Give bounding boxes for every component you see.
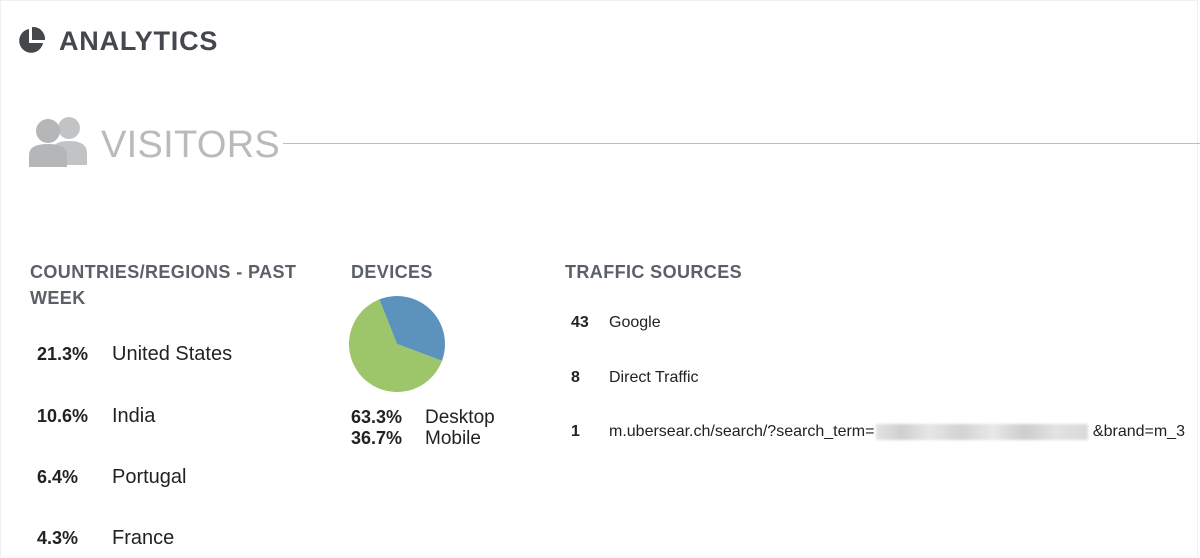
traffic-source-name: Direct Traffic (609, 369, 699, 386)
traffic-source-name: Google (609, 314, 661, 331)
devices-heading: DEVICES (351, 262, 433, 282)
traffic-sources-heading: TRAFFIC SOURCES (565, 262, 742, 282)
pie-chart-icon (19, 26, 46, 53)
device-percent: 36.7% (351, 428, 403, 448)
traffic-source-row: 8 Direct Traffic (571, 367, 1199, 389)
traffic-source-row: 1 m.ubersear.ch/search/?search_term= &br… (571, 421, 1199, 443)
analytics-header: ANALYTICS (15, 23, 218, 59)
traffic-count: 43 (571, 314, 589, 331)
country-name: India (112, 405, 156, 427)
device-row: 36.7% Mobile (351, 428, 495, 449)
country-percent: 6.4% (37, 467, 79, 487)
device-name: Mobile (425, 428, 481, 449)
country-name: France (112, 527, 175, 549)
traffic-count: 1 (571, 423, 580, 440)
device-row: 63.3% Desktop (351, 407, 495, 428)
country-name: Portugal (112, 466, 187, 488)
visitors-section-header: VISITORS (29, 111, 1200, 173)
country-name: United States (112, 343, 233, 365)
section-divider (283, 143, 1200, 144)
people-icon (29, 117, 87, 167)
country-row: 4.3% France (37, 525, 174, 551)
analytics-panel: ANALYTICS VISITORS COUNTRIES/REGIONS - P… (0, 0, 1200, 556)
redacted-text (876, 423, 1089, 440)
country-percent: 4.3% (37, 528, 79, 548)
page-title: ANALYTICS (59, 25, 219, 56)
country-row: 6.4% Portugal (37, 464, 187, 490)
devices-pie-chart (349, 296, 445, 392)
traffic-count: 8 (571, 369, 580, 386)
devices-legend: 63.3% Desktop 36.7% Mobile (351, 407, 495, 449)
device-name: Desktop (425, 407, 495, 428)
device-percent: 63.3% (351, 407, 403, 427)
traffic-source-url: m.ubersear.ch/search/?search_term= &bran… (609, 421, 1199, 443)
country-row: 21.3% United States (37, 341, 232, 367)
countries-heading: COUNTRIES/REGIONS - PAST WEEK (30, 262, 297, 308)
country-percent: 21.3% (37, 344, 89, 364)
country-row: 10.6% India (37, 403, 155, 429)
traffic-source-row: 43 Google (571, 312, 1199, 334)
visitors-label: VISITORS (101, 124, 281, 166)
url-suffix: &brand=m_3 (1088, 423, 1185, 440)
country-percent: 10.6% (37, 406, 89, 426)
url-prefix: m.ubersear.ch/search/?search_term= (609, 423, 875, 440)
